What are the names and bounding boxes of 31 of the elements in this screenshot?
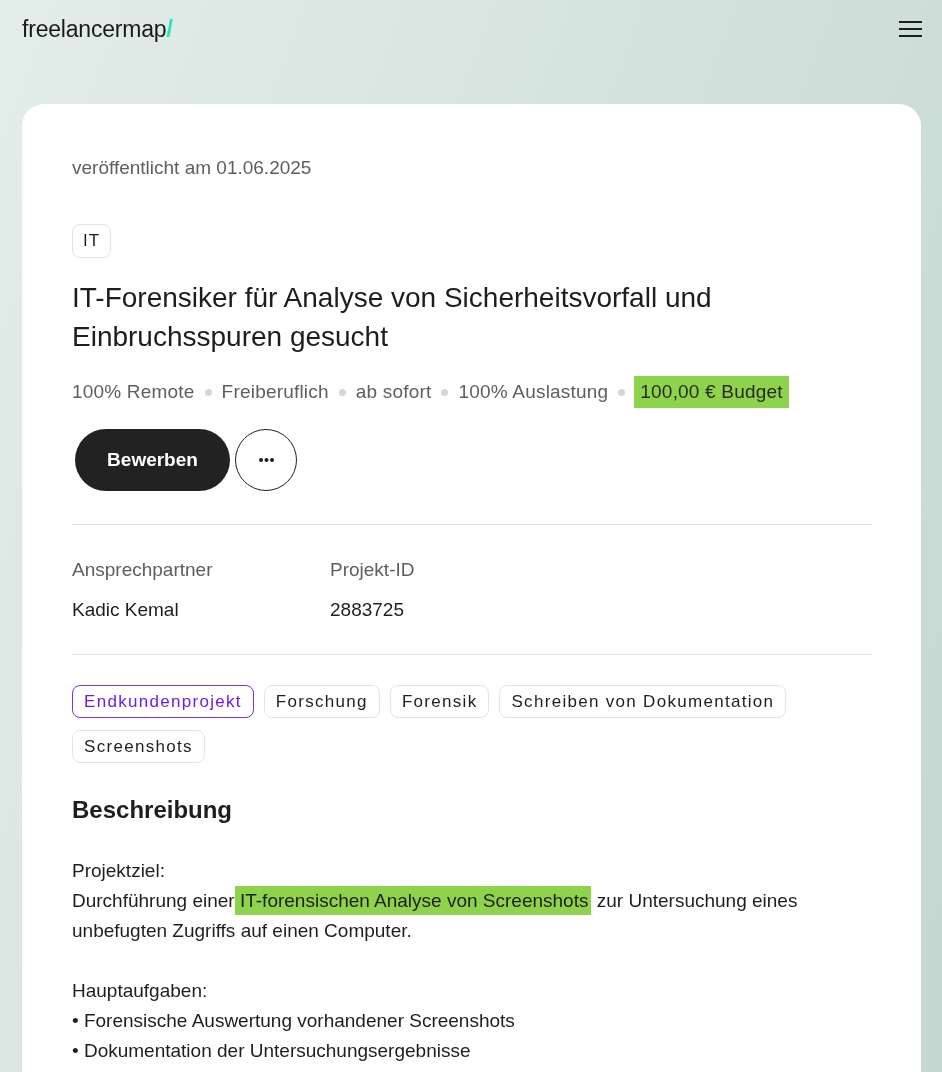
more-dots-icon	[258, 458, 274, 462]
separator-icon	[204, 388, 212, 396]
detail-value: 2883725	[330, 598, 404, 622]
category-tag: IT	[72, 224, 112, 258]
description-heading: Beschreibung	[72, 795, 234, 825]
apply-button[interactable]: Bewerben	[75, 429, 230, 491]
bullet-item: • Dokumentation der Untersuchungsergebnisse	[72, 1039, 472, 1063]
meta-info: ab sofort	[355, 380, 432, 404]
menu-icon[interactable]	[899, 21, 922, 37]
project-title: IT-Forensiker für Analyse von Sicherheitsvorfall und Einbruchsspuren gesucht	[72, 281, 713, 354]
meta-info: 100,00 € Budget	[634, 376, 789, 408]
project-type-tag: Endkundenprojekt	[72, 685, 254, 718]
detail-label: Ansprechpartner	[72, 558, 213, 582]
skill-tag: Forensik	[389, 685, 490, 718]
meta-info: Freiberuflich	[221, 380, 329, 404]
section-label: Hauptaufgaben:	[72, 979, 209, 1003]
section-label: Projektziel:	[72, 859, 166, 883]
published-date: veröffentlicht am 01.06.2025	[72, 156, 312, 180]
separator-icon	[618, 388, 626, 396]
description-paragraph: Durchführung einer IT-forensischen Analyse von Screenshots zur Untersuchung eines unbefugten Zugriffs auf einen Computer.	[72, 886, 872, 946]
skill-tag: Schreiben von Dokumentation	[499, 685, 787, 718]
separator-icon	[441, 388, 449, 396]
skill-tag: Forschung	[263, 685, 380, 718]
skill-tag: Screenshots	[72, 730, 205, 763]
meta-info: 100% Remote	[72, 380, 195, 404]
meta-info: 100% Auslastung	[458, 380, 609, 404]
logo[interactable]: freelancermap/	[22, 15, 173, 43]
bullet-item: • Forensische Auswertung vorhandener Screenshots	[72, 1009, 516, 1033]
separator-icon	[338, 388, 346, 396]
detail-value: Kadic Kemal	[72, 598, 179, 622]
detail-label: Projekt-ID	[330, 558, 415, 582]
